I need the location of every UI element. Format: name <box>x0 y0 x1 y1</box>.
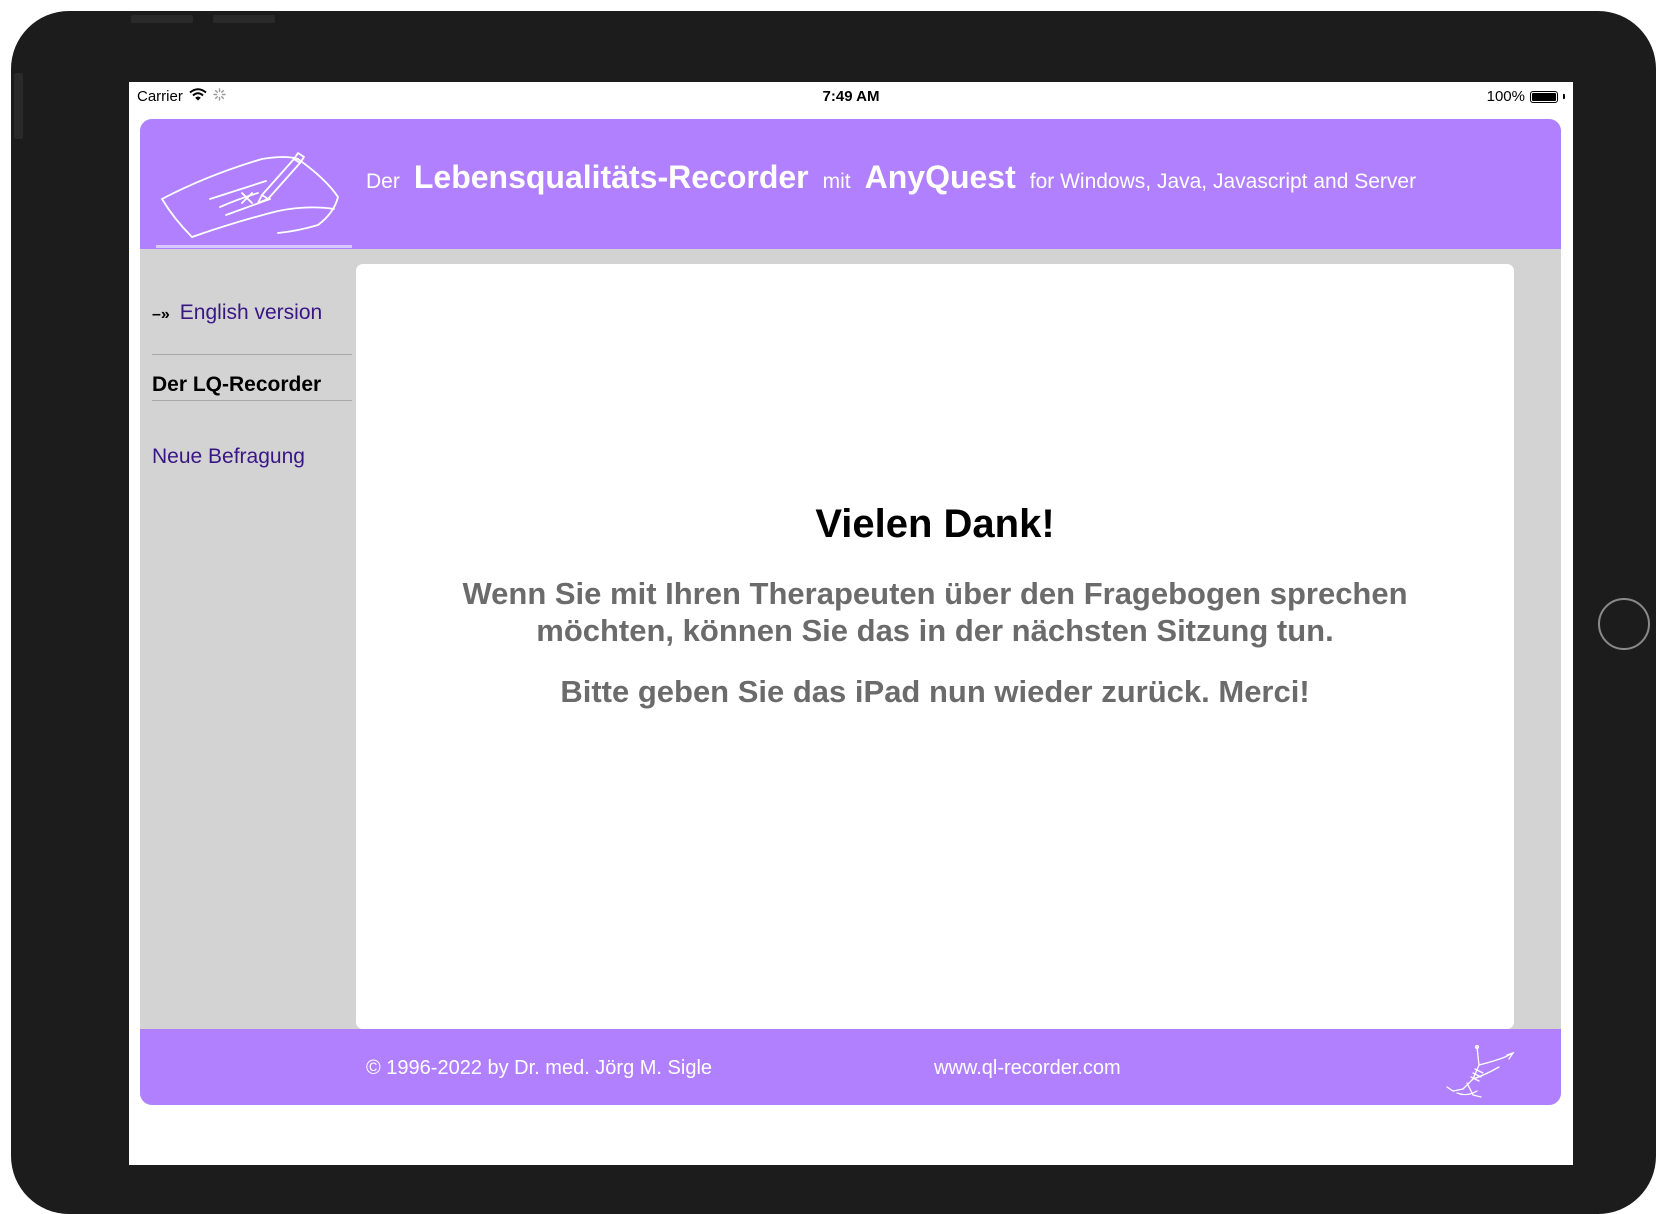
home-button[interactable] <box>1598 598 1650 650</box>
top-hardware-button <box>131 15 193 23</box>
battery-icon <box>1530 90 1558 103</box>
header-connector: mit <box>822 170 851 193</box>
pen-on-paper-sketch-icon <box>161 152 339 238</box>
web-page: Der Lebensqualitäts-Recorder mit AnyQues… <box>140 119 1561 1105</box>
sidebar-divider <box>152 400 352 401</box>
therapist-message-line1: Wenn Sie mit Ihren Therapeuten über den … <box>462 576 1408 611</box>
ipad-frame: Carrier 7:49 AM 100% Der Lebensqualitäts… <box>11 11 1656 1214</box>
header-platforms: for Windows, Java, Javascript and Server <box>1029 170 1417 193</box>
therapist-message-line2: möchten, können Sie das in der nächsten … <box>536 613 1334 648</box>
status-bar: Carrier 7:49 AM 100% <box>129 82 1573 110</box>
header-prefix: Der <box>366 170 400 193</box>
side-hardware-button <box>14 73 23 139</box>
new-survey-link[interactable]: Neue Befragung <box>152 445 305 469</box>
therapist-message: Wenn Sie mit Ihren Therapeuten über den … <box>356 575 1514 649</box>
website-link[interactable]: www.ql-recorder.com <box>934 1057 1121 1080</box>
header-app-name: Lebensqualitäts-Recorder <box>413 159 809 195</box>
return-ipad-message: Bitte geben Sie das iPad nun wieder zurü… <box>560 674 1310 709</box>
thank-you-title: Vielen Dank! <box>815 502 1055 546</box>
header-title: Der Lebensqualitäts-Recorder mit AnyQues… <box>366 159 1416 196</box>
sidebar-section-title: Der LQ-Recorder <box>152 373 322 396</box>
arrow-icon: –» <box>152 306 170 323</box>
header-product-name: AnyQuest <box>864 159 1016 195</box>
battery-percent: 100% <box>1486 88 1525 105</box>
english-version-link[interactable]: –» English version <box>152 301 322 325</box>
top-hardware-button <box>213 15 275 23</box>
copyright-text: © 1996-2022 by Dr. med. Jörg M. Sigle <box>366 1057 713 1079</box>
battery-nub <box>1563 94 1565 99</box>
header-divider <box>156 245 352 248</box>
page-header: Der Lebensqualitäts-Recorder mit AnyQues… <box>140 119 1561 249</box>
screen: Carrier 7:49 AM 100% Der Lebensqualitäts… <box>129 82 1573 1165</box>
status-time: 7:49 AM <box>822 88 880 105</box>
english-version-label[interactable]: English version <box>180 301 322 325</box>
page-footer: © 1996-2022 by Dr. med. Jörg M. Sigle ww… <box>140 1029 1561 1105</box>
sidebar: –» English version Der LQ-Recorder Neue … <box>140 249 355 1029</box>
main-content: Vielen Dank! Wenn Sie mit Ihren Therapeu… <box>356 264 1514 1029</box>
decorative-sketch-icon <box>1446 1044 1515 1098</box>
sidebar-divider <box>152 354 352 355</box>
